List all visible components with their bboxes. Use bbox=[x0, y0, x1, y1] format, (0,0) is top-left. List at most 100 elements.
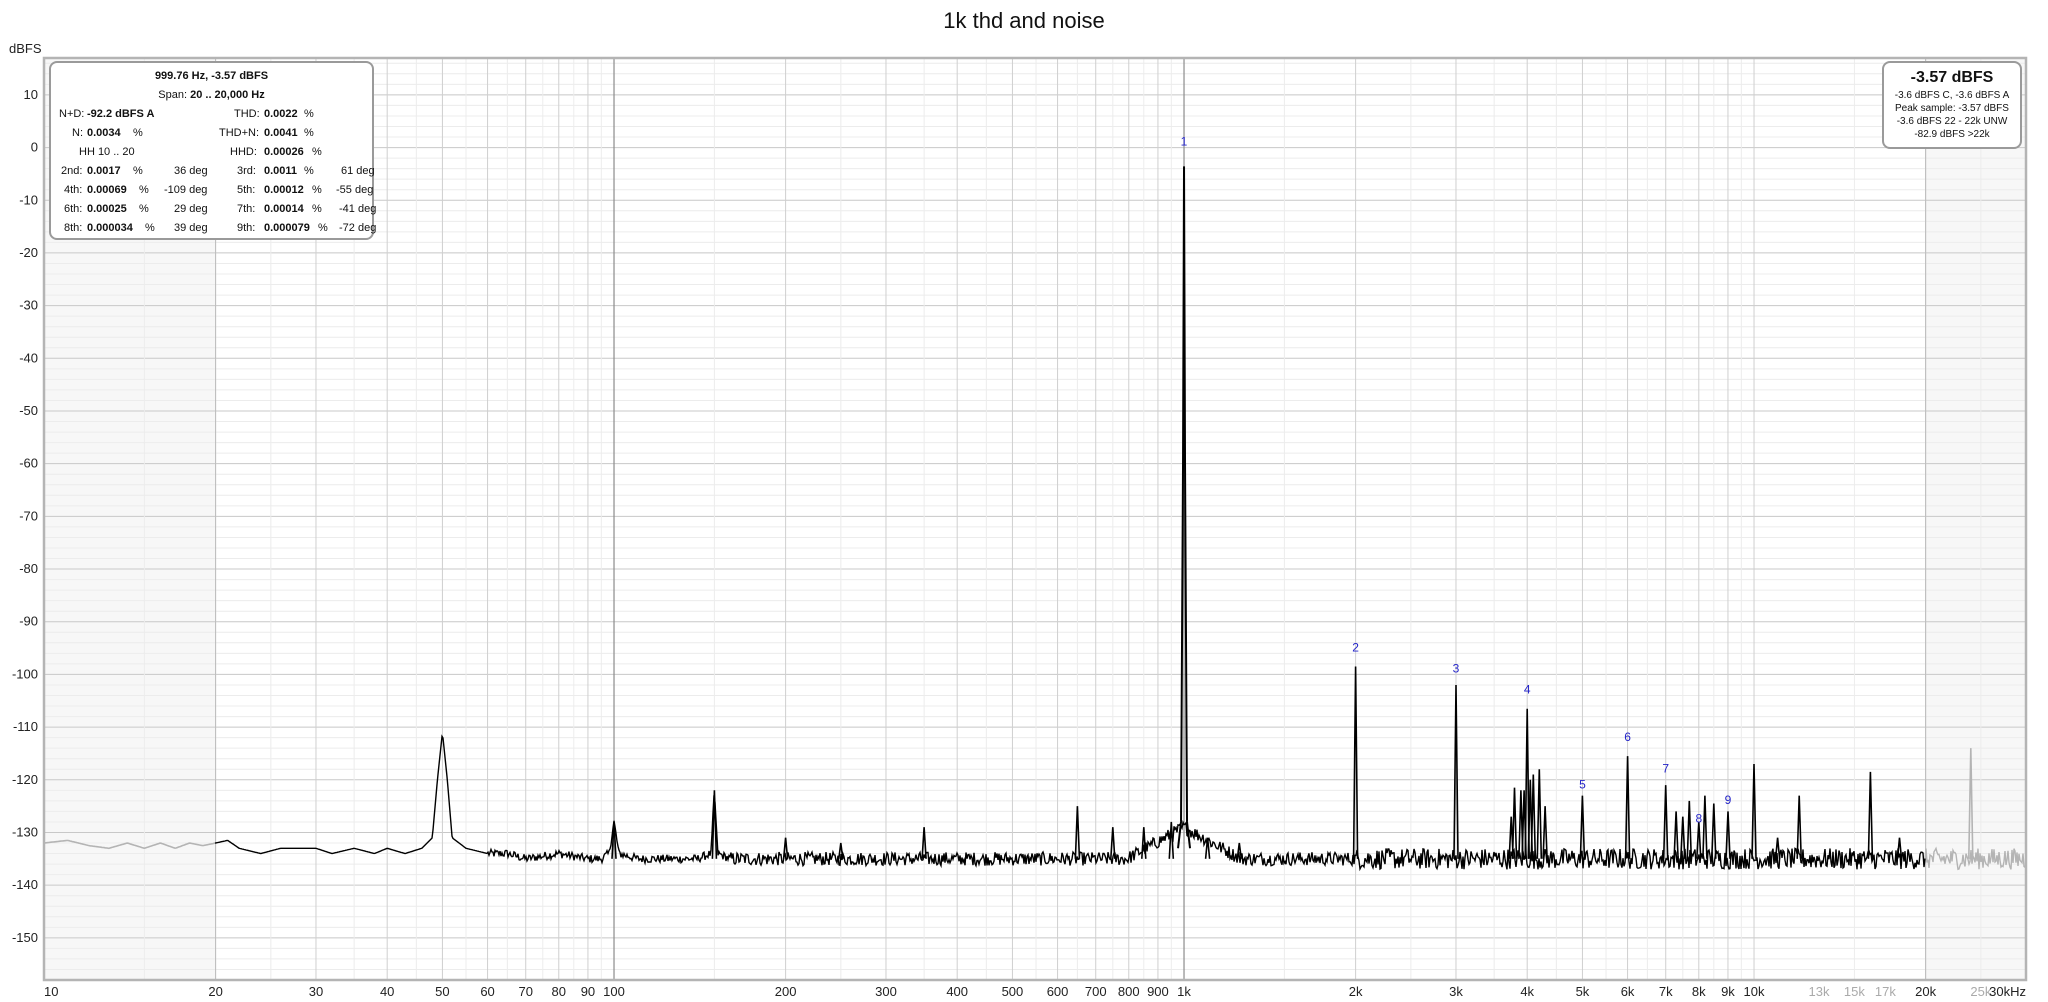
x-tick-label: 50 bbox=[435, 984, 449, 999]
thd-unit: % bbox=[304, 108, 314, 120]
harmonic-phase: -41 deg bbox=[339, 203, 377, 215]
level-readout-panel[interactable]: -3.57 dBFS -3.6 dBFS C, -3.6 dBFS A Peak… bbox=[1882, 61, 2022, 149]
y-tick-label: -130 bbox=[12, 824, 38, 839]
x-tick-label: 100 bbox=[603, 984, 625, 999]
x-tick-label: 7k bbox=[1659, 984, 1673, 999]
x-tick-label: 2k bbox=[1349, 984, 1363, 999]
y-unit-label: dBFS bbox=[9, 41, 42, 56]
harmonic-label: 2nd: bbox=[61, 165, 83, 177]
y-tick-label: -50 bbox=[19, 403, 38, 418]
spectrum-trace bbox=[214, 734, 1926, 872]
harmonic-unit: % bbox=[312, 184, 322, 196]
spectrum-spur bbox=[1536, 769, 1543, 859]
hh-label: HH 10 .. 20 bbox=[79, 146, 135, 158]
thd-label: THD: bbox=[234, 108, 260, 120]
x-tick-label: 30 bbox=[309, 984, 323, 999]
harmonic-unit: % bbox=[312, 203, 322, 215]
harmonic-phase: 61 deg bbox=[341, 165, 375, 177]
n-unit: % bbox=[133, 127, 143, 139]
x-tick-label: 20 bbox=[208, 984, 222, 999]
spectrum-spur bbox=[1867, 771, 1874, 859]
x-tick-label: 60 bbox=[480, 984, 494, 999]
harmonic-phase: -109 deg bbox=[164, 184, 208, 196]
harmonic-phase: 36 deg bbox=[174, 165, 208, 177]
x-tick-label: 40 bbox=[380, 984, 394, 999]
x-tick-label: 4k bbox=[1520, 984, 1534, 999]
y-tick-label: -110 bbox=[13, 719, 38, 734]
distortion-stats-panel[interactable]: 999.76 Hz, -3.57 dBFS Span: 20 .. 20,000… bbox=[49, 61, 377, 240]
y-tick-label: -60 bbox=[19, 456, 38, 471]
hhd-unit: % bbox=[312, 146, 322, 158]
harmonic-unit: % bbox=[139, 184, 149, 196]
span-label: Span: bbox=[158, 89, 188, 101]
harmonic-unit: % bbox=[139, 203, 149, 215]
harmonic-value: 0.00012 bbox=[264, 184, 304, 196]
harmonic-unit: % bbox=[318, 222, 328, 234]
x-tick-label: 30kHz bbox=[1989, 984, 2026, 999]
harmonic-number-label: 2 bbox=[1352, 640, 1359, 654]
harmonic-value: 0.00025 bbox=[87, 203, 127, 215]
span-value: 20 .. 20,000 Hz bbox=[190, 89, 265, 101]
thdn-unit: % bbox=[304, 127, 314, 139]
harmonic-number-label: 4 bbox=[1524, 682, 1531, 696]
y-tick-label: -20 bbox=[19, 245, 38, 260]
harmonic-phase: -72 deg bbox=[339, 222, 377, 234]
out-of-span-shade bbox=[1925, 58, 2026, 980]
y-tick-label: -80 bbox=[19, 561, 38, 576]
y-tick-label: -150 bbox=[12, 930, 38, 945]
spectrum-spur bbox=[1530, 774, 1537, 859]
x-tick-label: 90 bbox=[581, 984, 595, 999]
y-tick-label: -120 bbox=[12, 772, 38, 787]
harmonic-value: 0.000034 bbox=[87, 222, 133, 234]
x-tick-label: 700 bbox=[1085, 984, 1107, 999]
stats-span: Span: 20 .. 20,000 Hz bbox=[59, 86, 364, 105]
harmonic-value: 0.00069 bbox=[87, 184, 127, 196]
x-tick-label: 1k bbox=[1177, 984, 1191, 999]
x-tick-label: 5k bbox=[1576, 984, 1590, 999]
harmonic-value: 0.000079 bbox=[264, 222, 310, 234]
harmonic-number-label: 9 bbox=[1725, 793, 1732, 807]
x-tick-label: 15k bbox=[1844, 984, 1865, 999]
x-tick-label: 10 bbox=[44, 984, 58, 999]
harmonic-label: 4th: bbox=[64, 184, 83, 196]
level-weighted: -3.6 dBFS C, -3.6 dBFS A bbox=[1894, 90, 2010, 101]
trace-layer bbox=[43, 166, 2027, 872]
thdn-label: THD+N: bbox=[219, 127, 260, 139]
x-tick-label: 600 bbox=[1047, 984, 1069, 999]
n-label: N: bbox=[72, 127, 83, 139]
n-value: 0.0034 bbox=[87, 127, 121, 139]
y-tick-label: -100 bbox=[12, 666, 38, 681]
x-tick-label: 400 bbox=[946, 984, 968, 999]
thdn-value: 0.0041 bbox=[264, 127, 298, 139]
y-tick-label: -70 bbox=[19, 508, 38, 523]
x-tick-label: 300 bbox=[875, 984, 897, 999]
hhd-value: 0.00026 bbox=[264, 146, 304, 158]
x-tick-label: 6k bbox=[1621, 984, 1635, 999]
level-main: -3.57 dBFS bbox=[1910, 69, 1994, 86]
harmonic-label: 8th: bbox=[64, 222, 83, 234]
harmonic-number-label: 5 bbox=[1579, 777, 1586, 791]
x-tick-label: 17k bbox=[1875, 984, 1896, 999]
harmonic-number-label: 1 bbox=[1181, 135, 1188, 149]
harmonic-phase: -55 deg bbox=[336, 184, 374, 196]
harmonic-label: 9th: bbox=[237, 222, 256, 234]
y-tick-label: -30 bbox=[19, 298, 38, 313]
x-tick-label: 3k bbox=[1449, 984, 1463, 999]
y-tick-label: -140 bbox=[12, 877, 38, 892]
harmonic-number-label: 7 bbox=[1662, 762, 1669, 776]
y-tick-label: -90 bbox=[19, 614, 38, 629]
x-tick-label: 800 bbox=[1118, 984, 1140, 999]
stats-header: 999.76 Hz, -3.57 dBFS bbox=[154, 70, 269, 82]
hhd-label: HHD: bbox=[230, 146, 257, 158]
spectrum-spur bbox=[1702, 795, 1708, 859]
spectrum-spur bbox=[1796, 795, 1802, 859]
harmonic-label: 6th: bbox=[64, 203, 83, 215]
x-tick-label: 20k bbox=[1915, 984, 1936, 999]
harmonic-value: 0.0011 bbox=[264, 165, 298, 177]
x-tick-label: 70 bbox=[518, 984, 532, 999]
harmonic-unit: % bbox=[304, 165, 314, 177]
x-tick-label: 200 bbox=[775, 984, 797, 999]
level-above-22k: -82.9 dBFS >22k bbox=[1914, 129, 1990, 140]
harmonic-label: 7th: bbox=[237, 203, 256, 215]
x-tick-label: 13k bbox=[1809, 984, 1830, 999]
